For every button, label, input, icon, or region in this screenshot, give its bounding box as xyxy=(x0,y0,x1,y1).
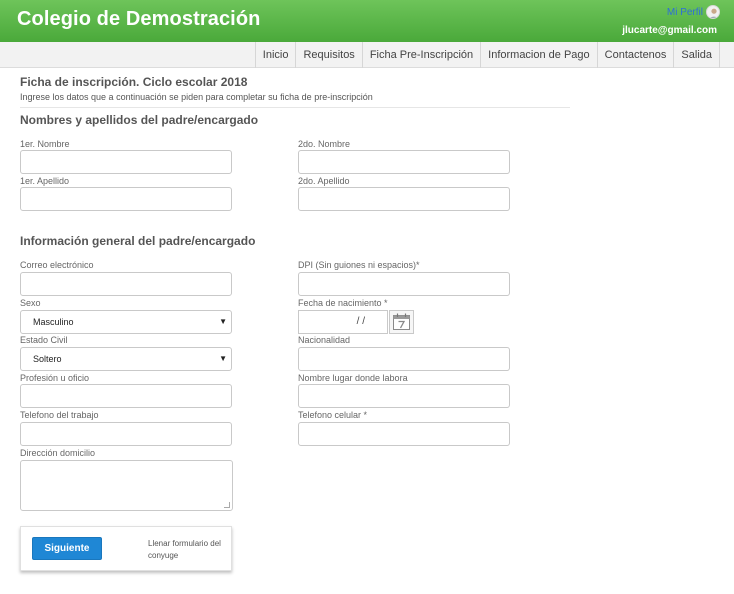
first-name-input[interactable] xyxy=(20,150,232,174)
work-phone-input[interactable] xyxy=(20,422,232,446)
nav-item-inicio[interactable]: Inicio xyxy=(254,42,296,68)
second-name-label: 2do. Nombre xyxy=(298,139,351,149)
workplace-label: Nombre lugar donde labora xyxy=(298,373,408,383)
calendar-icon xyxy=(393,313,410,330)
nav-item-contactenos[interactable]: Contactenos xyxy=(596,42,674,68)
avatar[interactable] xyxy=(706,5,720,19)
dpi-input[interactable] xyxy=(298,272,510,296)
civil-status-value: Soltero xyxy=(33,354,62,364)
email-label: Correo electrónico xyxy=(20,260,94,270)
action-card: Siguiente Llenar formulario del conyuge xyxy=(20,526,232,571)
section-title-names: Nombres y apellidos del padre/encargado xyxy=(20,113,259,127)
nationality-label: Nacionalidad xyxy=(298,335,351,345)
first-name-label: 1er. Nombre xyxy=(20,139,70,149)
first-surname-label: 1er. Apellido xyxy=(20,176,70,186)
birthdate-label: Fecha de nacimiento * xyxy=(298,298,388,308)
birthdate-input[interactable]: / / xyxy=(298,310,388,334)
user-email: jlucarte@gmail.com xyxy=(622,25,717,36)
brand-title: Colegio de Demostración xyxy=(17,8,261,30)
nav-item-ficha[interactable]: Ficha Pre-Inscripción xyxy=(361,42,480,68)
email-field[interactable] xyxy=(20,272,232,296)
dropdown-arrow-icon: ▼ xyxy=(219,354,227,363)
next-button[interactable]: Siguiente xyxy=(32,537,102,560)
work-phone-label: Telefono del trabajo xyxy=(20,410,99,420)
dropdown-arrow-icon: ▼ xyxy=(219,317,227,326)
workplace-input[interactable] xyxy=(298,384,510,408)
page-title: Ficha de inscripción. Ciclo escolar 2018 xyxy=(20,75,248,89)
address-textarea[interactable] xyxy=(20,460,233,511)
mobile-phone-label: Telefono celular * xyxy=(298,410,368,420)
second-surname-label: 2do. Apellido xyxy=(298,176,350,186)
dpi-label: DPI (Sin guiones ni espacios)* xyxy=(298,260,420,270)
sex-select-value: Masculino xyxy=(33,317,74,327)
user-avatar-icon xyxy=(709,8,719,18)
profile-link[interactable]: Mi Perfil xyxy=(667,7,703,18)
profession-label: Profesión u oficio xyxy=(20,373,90,383)
second-name-input[interactable] xyxy=(298,150,510,174)
page-subtitle: Ingrese los datos que a continuación se … xyxy=(20,92,373,102)
sex-select[interactable]: Masculino ▼ xyxy=(20,310,232,334)
nationality-input[interactable] xyxy=(298,347,510,371)
calendar-button[interactable] xyxy=(389,310,414,334)
profession-input[interactable] xyxy=(20,384,232,408)
section-title-general: Información general del padre/encargado xyxy=(20,234,256,248)
second-surname-input[interactable] xyxy=(298,187,510,211)
resize-handle-icon[interactable] xyxy=(224,502,230,508)
civil-status-select[interactable]: Soltero ▼ xyxy=(20,347,232,371)
spouse-form-link[interactable]: Llenar formulario del conyuge xyxy=(148,538,230,562)
nav-item-salida[interactable]: Salida xyxy=(673,42,720,68)
app-header: Colegio de Demostración Mi Perfil jlucar… xyxy=(0,0,734,42)
address-label: Dirección domicilio xyxy=(20,448,96,458)
divider xyxy=(20,107,570,108)
main-nav: Inicio Requisitos Ficha Pre-Inscripción … xyxy=(0,42,734,68)
nav-item-requisitos[interactable]: Requisitos xyxy=(295,42,361,68)
nav-item-pago[interactable]: Informacion de Pago xyxy=(480,42,597,68)
first-surname-input[interactable] xyxy=(20,187,232,211)
civil-status-label: Estado Civil xyxy=(20,335,68,345)
sex-label: Sexo xyxy=(20,298,41,308)
mobile-phone-input[interactable] xyxy=(298,422,510,446)
